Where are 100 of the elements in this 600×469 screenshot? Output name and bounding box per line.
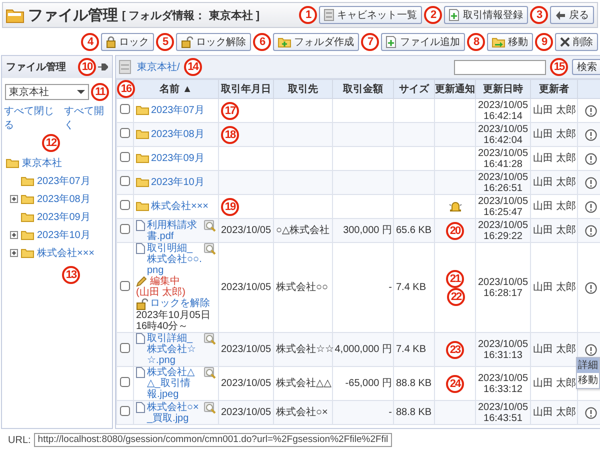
callout-number: 4 [81,33,99,51]
search-field[interactable] [454,60,546,74]
more-options-icon[interactable] [585,200,597,212]
row-checkbox[interactable] [120,343,130,353]
folder-info: [ フォルダ情報： 東京本社 ] [122,8,260,22]
updated-date: 2023/10/05 [478,338,528,350]
callout-number: 23 [446,340,464,358]
size-cell: 88.8 KB [396,378,432,389]
updated-time: 16:29:22 [482,230,524,242]
magnifier-icon[interactable] [204,402,216,414]
search-button[interactable]: 検索 [572,59,600,75]
more-options-icon[interactable] [585,224,597,236]
tree-item[interactable]: 2023年08月 [37,192,90,206]
row-checkbox[interactable] [120,377,130,387]
tree-item[interactable]: 2023年09月 [37,210,90,224]
menu-item[interactable]: 詳細 [577,358,599,373]
callout-number: 1 [299,6,317,24]
row-checkbox[interactable] [120,200,130,210]
callout-number: 14 [184,58,202,76]
callout-number: 18 [221,126,239,144]
more-options-icon[interactable] [585,282,597,294]
path-link[interactable]: 東京本社/ [137,60,180,74]
collapse-all-link[interactable]: すべて閉じる [4,104,60,132]
row-checkbox[interactable] [120,281,130,291]
toolbar-button[interactable]: 移動 [487,33,533,51]
folder-icon [21,212,34,222]
bell-icon [448,200,462,212]
row-checkbox[interactable] [120,128,130,138]
tree-item[interactable]: 2023年07月 [37,174,90,188]
pin-icon[interactable] [98,63,108,71]
expand-icon[interactable] [10,231,18,239]
updater-name: 山田 太郎 [533,201,576,212]
toolbar-button[interactable]: フォルダ作成 [273,33,359,51]
callout-number: 10 [78,58,96,76]
page-title: ファイル管理 [28,6,118,24]
toolbar-button[interactable]: ロック [101,33,154,51]
column-header[interactable]: 名前 ▲ [134,80,218,98]
updated-date: 2023/10/05 [478,196,528,206]
magnifier-icon[interactable] [204,220,216,232]
updated-time: 16:28:17 [482,288,524,298]
updater-name: 山田 太郎 [533,105,576,116]
column-header: 更新日時 [476,80,530,98]
partner-cell: 株式会社○× [276,407,328,418]
row-checkbox[interactable] [120,104,130,114]
more-options-icon[interactable] [585,344,597,356]
lock-time: 2023年10月05日16時40分～ [136,310,212,332]
size-cell: 65.6 KB [396,225,432,236]
magnifier-icon[interactable] [204,367,216,379]
folder-icon [136,105,149,115]
row-checkbox[interactable] [120,224,130,234]
updated-time: 16:25:47 [482,206,524,218]
more-options-icon[interactable] [585,406,597,418]
folder-icon [136,201,149,211]
callout-number: 22 [447,288,465,306]
tree-item[interactable]: 2023年10月 [37,228,90,242]
updated-time: 16:31:13 [482,350,524,360]
callout-number: 9 [535,33,553,51]
expand-all-link[interactable]: すべて開く [64,104,110,132]
cabinet-select[interactable]: 東京本社 [5,84,89,100]
date-cell: 2023/10/05 [221,407,272,418]
more-options-icon[interactable] [585,128,597,140]
callout-number: 8 [467,33,485,51]
more-options-icon[interactable] [585,104,597,116]
updated-date: 2023/10/05 [478,220,528,230]
toolbar-button[interactable]: 削除 [555,33,598,51]
column-header: 更新者 [530,80,578,98]
cabinet-icon [324,9,334,21]
callout-number: 5 [156,33,174,51]
more-options-icon[interactable] [585,152,597,164]
tree-item[interactable]: 株式会社××× [37,246,95,260]
more-options-icon[interactable] [585,176,597,188]
callout-number: 19 [221,198,239,216]
url-field[interactable]: http://localhost:8080/gsession/common/cmn001.do?url=%2Fgsession%2Ffile%2Ffil [34,433,392,447]
date-cell: 2023/10/05 [221,282,272,293]
file-link[interactable]: 取引明細_株式会社○○.png [147,243,202,276]
header-button[interactable]: 取引情報登録 [444,6,528,24]
magnifier-icon[interactable] [204,333,216,345]
row-checkbox[interactable] [120,406,130,416]
unlock-icon [181,36,193,48]
tree-item[interactable]: 東京本社 [22,156,62,170]
expand-icon[interactable] [10,249,18,257]
callout-number: 11 [91,83,109,101]
callout-number: 12 [42,134,60,152]
row-checkbox[interactable] [120,152,130,162]
toolbar-button[interactable]: ファイル追加 [381,33,465,51]
header-button[interactable]: キャビネット一覧 [319,6,422,24]
amount-cell: 4,000,000 円 [334,344,392,355]
updated-time: 16:42:14 [482,110,524,122]
expand-icon[interactable] [10,195,18,203]
updater-name: 山田 太郎 [533,378,576,389]
magnifier-icon[interactable] [204,243,216,255]
partner-cell: 株式会社○○ [276,282,328,293]
updater-name: 山田 太郎 [533,225,576,236]
row-checkbox[interactable] [120,176,130,186]
updated-date: 2023/10/05 [478,372,528,384]
toolbar-button[interactable]: ロック解除 [176,33,251,51]
unlock-link[interactable]: ロックを解除 [150,298,210,309]
partner-cell: 株式会社☆☆ [276,344,334,355]
updated-date: 2023/10/05 [478,148,528,158]
header-button[interactable]: 戻る [550,6,594,24]
